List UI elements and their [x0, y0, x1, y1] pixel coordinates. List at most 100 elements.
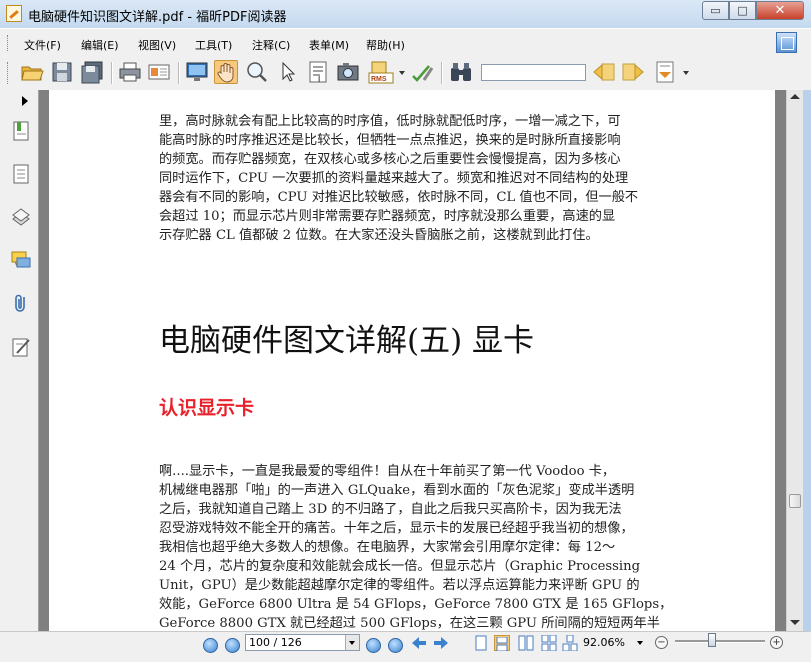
menu-forms[interactable]: 表单(M): [309, 37, 349, 53]
text-line: 能高时脉的时序推迟还是比较长，但牺牲一点点推迟，换来的是时脉所直接影响: [159, 133, 621, 148]
menu-help[interactable]: 帮助(H): [366, 37, 405, 53]
app-icon: [6, 5, 22, 22]
options-dropdown-icon[interactable]: [683, 71, 689, 75]
document-options-icon[interactable]: [653, 60, 677, 84]
text-line: 同时运作下，CPU 一次要抓的资料量越来越大了。频宽和推迟对不同结构的处理: [159, 171, 629, 186]
expand-window-icon[interactable]: [776, 32, 797, 53]
text-line: Unit，GPU）是少数能超越摩尔定律的零组件。若以浮点运算能力来评断 GPU …: [159, 578, 640, 593]
layers-icon[interactable]: [11, 205, 31, 227]
save-icon[interactable]: [50, 60, 74, 84]
go-back-icon[interactable]: [411, 635, 427, 651]
menu-file[interactable]: 文件(F): [24, 37, 61, 53]
toolbar-grip[interactable]: [7, 62, 11, 84]
find-binoculars-icon[interactable]: [449, 60, 473, 84]
zoom-slider[interactable]: [675, 640, 765, 643]
toolbar-separator: [178, 62, 180, 84]
close-button[interactable]: ✕: [756, 1, 804, 20]
save-as-icon[interactable]: [80, 60, 104, 84]
menu-edit[interactable]: 编辑(E): [81, 37, 119, 53]
rms-label: RMS: [371, 76, 387, 83]
window-border: [803, 90, 811, 631]
text-line: 示存贮器 CL 值都破 2 位数。在大家还没头昏脑胀之前，这楼就到此打住。: [159, 228, 599, 243]
page-dropdown-icon[interactable]: [345, 635, 359, 650]
text-line: 我相信也超乎绝大多数人的想像。在电脑界，大家常会引用摩尔定律：每 12～: [159, 540, 616, 555]
text-line: 效能，GeForce 6800 Ultra 是 54 GFlops，GeForc…: [159, 597, 673, 612]
hand-tool-icon[interactable]: [214, 60, 238, 84]
toolbar: I RMS: [0, 56, 811, 91]
text-line: 啊....显示卡，一直是我最爱的零组件！自从在十年前买了第一代 Voodoo 卡…: [159, 464, 616, 479]
scroll-up-icon[interactable]: [790, 94, 800, 99]
find-next-icon[interactable]: [621, 60, 645, 84]
scroll-down-icon[interactable]: [790, 620, 800, 625]
rms-dropdown-icon[interactable]: [399, 71, 405, 75]
zoom-out-icon[interactable]: −: [655, 636, 668, 649]
toolbar-separator: [441, 62, 443, 84]
page-number-value: 100 / 126: [249, 636, 302, 649]
zoom-in-icon[interactable]: +: [770, 636, 783, 649]
continuous-view-icon[interactable]: [494, 635, 510, 652]
menu-comments[interactable]: 注释(C): [252, 37, 290, 53]
attachments-icon[interactable]: [11, 292, 31, 314]
panel-expand-icon[interactable]: [22, 96, 28, 106]
text-select-icon[interactable]: I: [306, 60, 330, 84]
toolbar-separator: [111, 62, 113, 84]
svg-text:I: I: [318, 75, 320, 84]
title-bar: 电脑硬件知识图文详解.pdf - 福昕PDF阅读器 ▭ □ ✕: [0, 0, 811, 28]
fullscreen-icon[interactable]: [185, 60, 209, 84]
paragraph-1: 里，高时脉就会有配上比较高的时序值，低时脉就配低时序，一增一减之下，可 能高时脉…: [159, 112, 669, 245]
first-page-icon[interactable]: [203, 638, 218, 653]
rms-icon[interactable]: RMS: [368, 60, 396, 84]
snapshot-icon[interactable]: [336, 60, 360, 84]
text-line: GeForce 8800 GTX 就已经超过 500 GFlops，在这三颗 G…: [159, 616, 660, 631]
scroll-thumb[interactable]: [789, 494, 801, 508]
minimize-icon: ▭: [710, 4, 721, 17]
pages-icon[interactable]: [11, 163, 31, 185]
maximize-icon: □: [737, 4, 748, 17]
minimize-button[interactable]: ▭: [702, 1, 729, 20]
select-arrow-icon[interactable]: [276, 60, 300, 84]
menu-bar: 文件(F) 编辑(E) 视图(V) 工具(T) 注释(C) 表单(M) 帮助(H…: [0, 28, 811, 57]
previous-page-icon[interactable]: [225, 638, 240, 653]
next-page-icon[interactable]: [366, 638, 381, 653]
maximize-button[interactable]: □: [729, 1, 756, 20]
section-heading: 电脑硬件图文详解(五) 显卡: [159, 323, 535, 359]
single-page-view-icon[interactable]: [473, 635, 489, 651]
close-icon: ✕: [774, 3, 786, 18]
menu-tools[interactable]: 工具(T): [195, 37, 232, 53]
zoom-level[interactable]: 92.06%: [583, 636, 625, 649]
find-previous-icon[interactable]: [592, 60, 616, 84]
email-icon[interactable]: [147, 60, 171, 84]
open-folder-icon[interactable]: [20, 60, 44, 84]
zoom-slider-thumb[interactable]: [708, 633, 716, 647]
last-page-icon[interactable]: [388, 638, 403, 653]
section-subheading: 认识显示卡: [159, 397, 255, 419]
paragraph-2: 啊....显示卡，一直是我最爱的零组件！自从在十年前买了第一代 Voodoo 卡…: [159, 462, 673, 631]
text-line: 机械继电器那「啪」的一声进入 GLQuake，看到水面的「灰色泥浆」变成半透明: [159, 483, 635, 498]
menu-view[interactable]: 视图(V): [138, 37, 176, 53]
text-line: 里，高时脉就会有配上比较高的时序值，低时脉就配低时序，一增一减之下，可: [159, 114, 621, 129]
text-line: 之后，我就知道自己踏上 3D 的不归路了，自此之后我只买高阶卡，因为我无法: [159, 502, 622, 517]
cover-view-icon[interactable]: [562, 634, 578, 652]
text-line: 器会有不同的影响，CPU 对推迟比较敏感，依时脉不同，CL 值也不同，但一般不: [159, 190, 639, 205]
text-line: 的频宽。而存贮器频宽，在双核心或多核心之后重要性会慢慢提高，因为多核心: [159, 152, 621, 167]
page-number-field[interactable]: 100 / 126: [245, 634, 360, 651]
zoom-dropdown-icon[interactable]: [637, 641, 643, 645]
go-forward-icon[interactable]: [433, 635, 449, 651]
signatures-icon[interactable]: [11, 336, 31, 358]
continuous-facing-view-icon[interactable]: [541, 634, 557, 652]
facing-view-icon[interactable]: [518, 635, 534, 651]
comments-icon[interactable]: [11, 249, 31, 271]
window-title: 电脑硬件知识图文详解.pdf - 福昕PDF阅读器: [28, 10, 287, 25]
text-line: 会超过 10；而显示芯片则非常需要存贮器频宽，时序就没那么重要，高速的显: [159, 209, 616, 224]
search-input[interactable]: [481, 64, 586, 81]
text-line: 24 个月，芯片的复杂度和效能就会成长一倍。但显示芯片（Graphic Proc…: [159, 559, 641, 574]
zoom-tool-icon[interactable]: [245, 60, 269, 84]
pdf-page[interactable]: 里，高时脉就会有配上比较高的时序值，低时脉就配低时序，一增一减之下，可 能高时脉…: [49, 90, 775, 631]
bookmarks-icon[interactable]: [11, 120, 31, 142]
status-bar: [0, 631, 811, 662]
sign-icon[interactable]: [410, 60, 434, 84]
menu-grip[interactable]: [7, 35, 11, 51]
print-icon[interactable]: [118, 60, 142, 84]
vertical-scrollbar[interactable]: [786, 90, 804, 631]
text-line: 忍受游戏特效不能全开的痛苦。十年之后，显示卡的发展已经超乎我当初的想像，: [159, 521, 634, 536]
